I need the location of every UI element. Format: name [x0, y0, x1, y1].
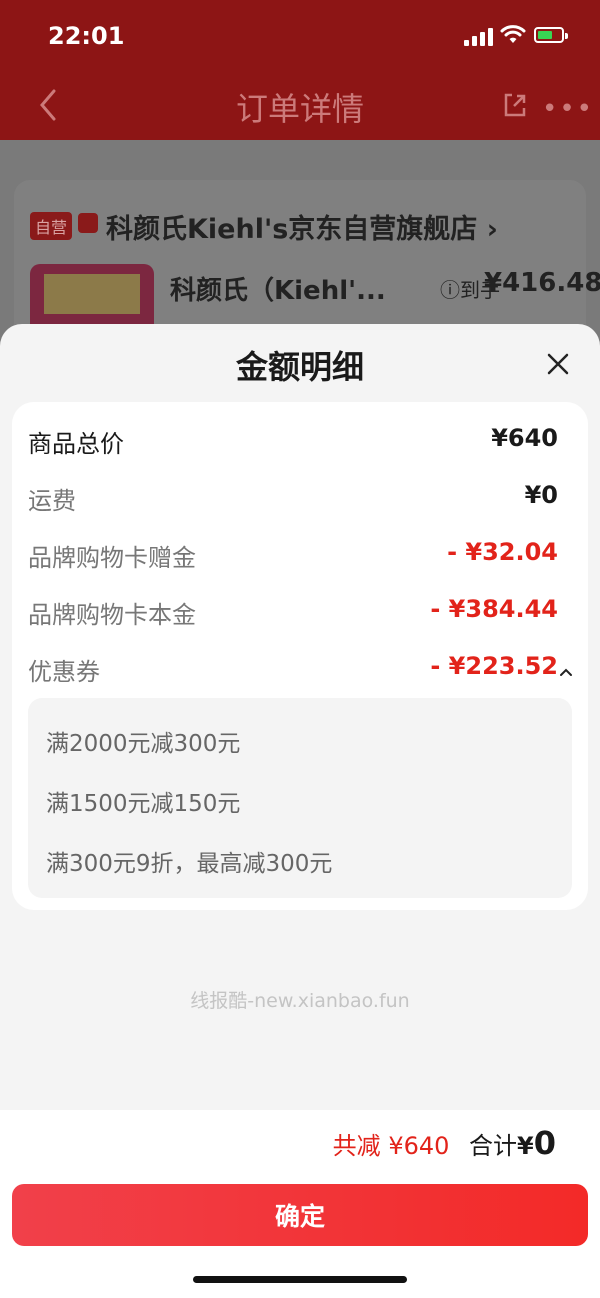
total-value: 0 [533, 1124, 556, 1162]
store-name: 科颜氏Kiehl's京东自营旗舰店 › [106, 214, 498, 245]
row-value: ¥0 [524, 481, 558, 509]
close-icon[interactable] [538, 344, 578, 384]
self-operated-tag: 自营 [30, 212, 73, 240]
status-time: 22:01 [48, 22, 125, 50]
total-label: 合计 [469, 1132, 518, 1160]
row-label: 商品总价 [28, 430, 124, 458]
product-thumbnail [30, 264, 154, 324]
total-summary: 共减 ¥640 合计¥0 [333, 1124, 556, 1162]
product-price: ¥416.48 [484, 268, 600, 298]
row-label: 品牌购物卡赠金 [28, 544, 196, 572]
coupon-item: 满300元9折，最高减300元 [46, 851, 333, 877]
signal-icon [464, 26, 494, 46]
watermark: 线报酷-new.xianbao.fun [190, 990, 410, 1012]
row-label: 品牌购物卡本金 [28, 601, 196, 629]
more-icon: ••• [542, 94, 595, 124]
store-icon [78, 213, 98, 233]
row-brand-card-bonus: 品牌购物卡赠金 - ¥32.04 [28, 538, 558, 578]
coupon-item: 满1500元减150元 [46, 791, 241, 817]
amount-detail-sheet: 金额明细 商品总价 ¥640 运费 ¥0 品牌购物卡赠金 - ¥32.04 品牌… [0, 324, 600, 1298]
confirm-button[interactable]: 确定 [12, 1184, 588, 1246]
product-name: 科颜氏（Kiehl'... [170, 276, 386, 306]
footer-bar: 共减 ¥640 合计¥0 确定 [0, 1110, 600, 1298]
coupon-list: 满2000元减300元 满1500元减150元 满300元9折，最高减300元 [28, 698, 572, 898]
row-label: 运费 [28, 487, 76, 515]
row-label: 优惠券 [28, 658, 100, 686]
share-icon [504, 93, 526, 117]
row-value: - ¥32.04 [447, 538, 558, 566]
row-value: - ¥384.44 [430, 595, 558, 623]
row-shipping: 运费 ¥0 [28, 481, 558, 521]
row-coupon[interactable]: 优惠券 - ¥223.52 [28, 652, 558, 692]
home-indicator [193, 1276, 407, 1283]
chevron-up-icon[interactable] [558, 666, 574, 678]
status-bar: 22:01 [0, 0, 600, 72]
sheet-title: 金额明细 [235, 348, 364, 386]
row-goods-total: 商品总价 ¥640 [28, 424, 558, 464]
row-value: ¥640 [491, 424, 558, 452]
row-value: - ¥223.52 [430, 652, 558, 680]
amount-detail-card: 商品总价 ¥640 运费 ¥0 品牌购物卡赠金 - ¥32.04 品牌购物卡本金… [12, 402, 588, 910]
save-value: ¥640 [388, 1132, 450, 1160]
row-brand-card-principal: 品牌购物卡本金 - ¥384.44 [28, 595, 558, 635]
save-label: 共减 [332, 1132, 381, 1160]
total-currency: ¥ [517, 1132, 534, 1160]
wifi-icon [500, 25, 526, 43]
coupon-item: 满2000元减300元 [46, 731, 241, 757]
battery-icon [534, 27, 568, 43]
